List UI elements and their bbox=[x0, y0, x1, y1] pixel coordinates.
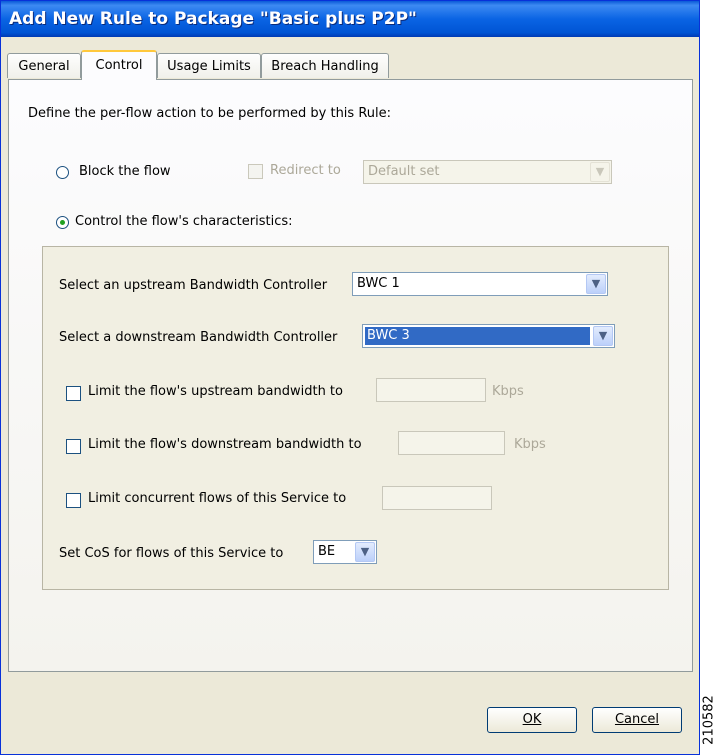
cancel-button-label: Cancel bbox=[614, 712, 660, 727]
cancel-button[interactable]: Cancel bbox=[592, 707, 682, 733]
limit-downstream-label: Limit the flow's downstream bandwidth to bbox=[88, 437, 362, 452]
dialog-window: Add New Rule to Package "Basic plus P2P"… bbox=[0, 0, 700, 755]
flow-characteristics-group: Select an upstream Bandwidth Controller … bbox=[42, 246, 669, 590]
ok-button[interactable]: OK bbox=[487, 707, 577, 733]
limit-concurrent-label: Limit concurrent flows of this Service t… bbox=[88, 491, 347, 506]
tab-control[interactable]: Control bbox=[81, 50, 157, 80]
cos-label: Set CoS for flows of this Service to bbox=[59, 546, 284, 561]
upstream-bwc-value: BWC 1 bbox=[357, 276, 400, 291]
redirect-select-value: Default set bbox=[368, 164, 440, 179]
control-tab-panel: Define the per-flow action to be perform… bbox=[8, 79, 693, 672]
chevron-down-icon: ▼ bbox=[590, 162, 610, 182]
redirect-label: Redirect to bbox=[270, 163, 341, 178]
redirect-select: Default set ▼ bbox=[363, 160, 612, 184]
limit-downstream-input bbox=[398, 431, 505, 455]
figure-id-text: 210582 bbox=[701, 695, 717, 745]
dialog-title: Add New Rule to Package "Basic plus P2P" bbox=[1, 1, 699, 37]
limit-concurrent-checkbox[interactable] bbox=[66, 493, 81, 508]
tab-general[interactable]: General bbox=[7, 53, 81, 78]
control-flow-label: Control the flow's characteristics: bbox=[75, 214, 293, 229]
limit-downstream-checkbox[interactable] bbox=[66, 439, 81, 454]
intro-text: Define the per-flow action to be perform… bbox=[28, 106, 392, 121]
chevron-down-icon[interactable]: ▼ bbox=[355, 542, 375, 562]
figure-id: 210582 bbox=[700, 690, 718, 750]
downstream-bwc-select[interactable]: BWC 3 ▼ bbox=[362, 324, 615, 348]
cos-value: BE bbox=[318, 544, 336, 559]
redirect-checkbox bbox=[248, 164, 263, 179]
ok-button-label: OK bbox=[522, 712, 542, 727]
limit-upstream-checkbox[interactable] bbox=[66, 386, 81, 401]
downstream-bwc-value: BWC 3 bbox=[365, 327, 590, 345]
upstream-bwc-label: Select an upstream Bandwidth Controller bbox=[59, 278, 328, 293]
limit-upstream-input bbox=[376, 378, 486, 402]
limit-upstream-unit: Kbps bbox=[492, 384, 524, 399]
block-flow-label: Block the flow bbox=[79, 164, 171, 179]
limit-concurrent-input bbox=[382, 486, 492, 510]
tab-usage-limits[interactable]: Usage Limits bbox=[157, 53, 261, 78]
radio-selected-dot bbox=[60, 220, 65, 225]
limit-upstream-label: Limit the flow's upstream bandwidth to bbox=[88, 384, 343, 399]
cos-select[interactable]: BE ▼ bbox=[313, 540, 377, 564]
chevron-down-icon[interactable]: ▼ bbox=[586, 274, 606, 294]
chevron-down-icon[interactable]: ▼ bbox=[593, 326, 613, 346]
tab-breach-handling[interactable]: Breach Handling bbox=[261, 53, 389, 78]
downstream-bwc-label: Select a downstream Bandwidth Controller bbox=[59, 330, 338, 345]
upstream-bwc-select[interactable]: BWC 1 ▼ bbox=[352, 272, 608, 296]
control-flow-radio[interactable] bbox=[56, 216, 69, 229]
block-flow-radio[interactable] bbox=[56, 166, 69, 179]
limit-downstream-unit: Kbps bbox=[514, 437, 546, 452]
